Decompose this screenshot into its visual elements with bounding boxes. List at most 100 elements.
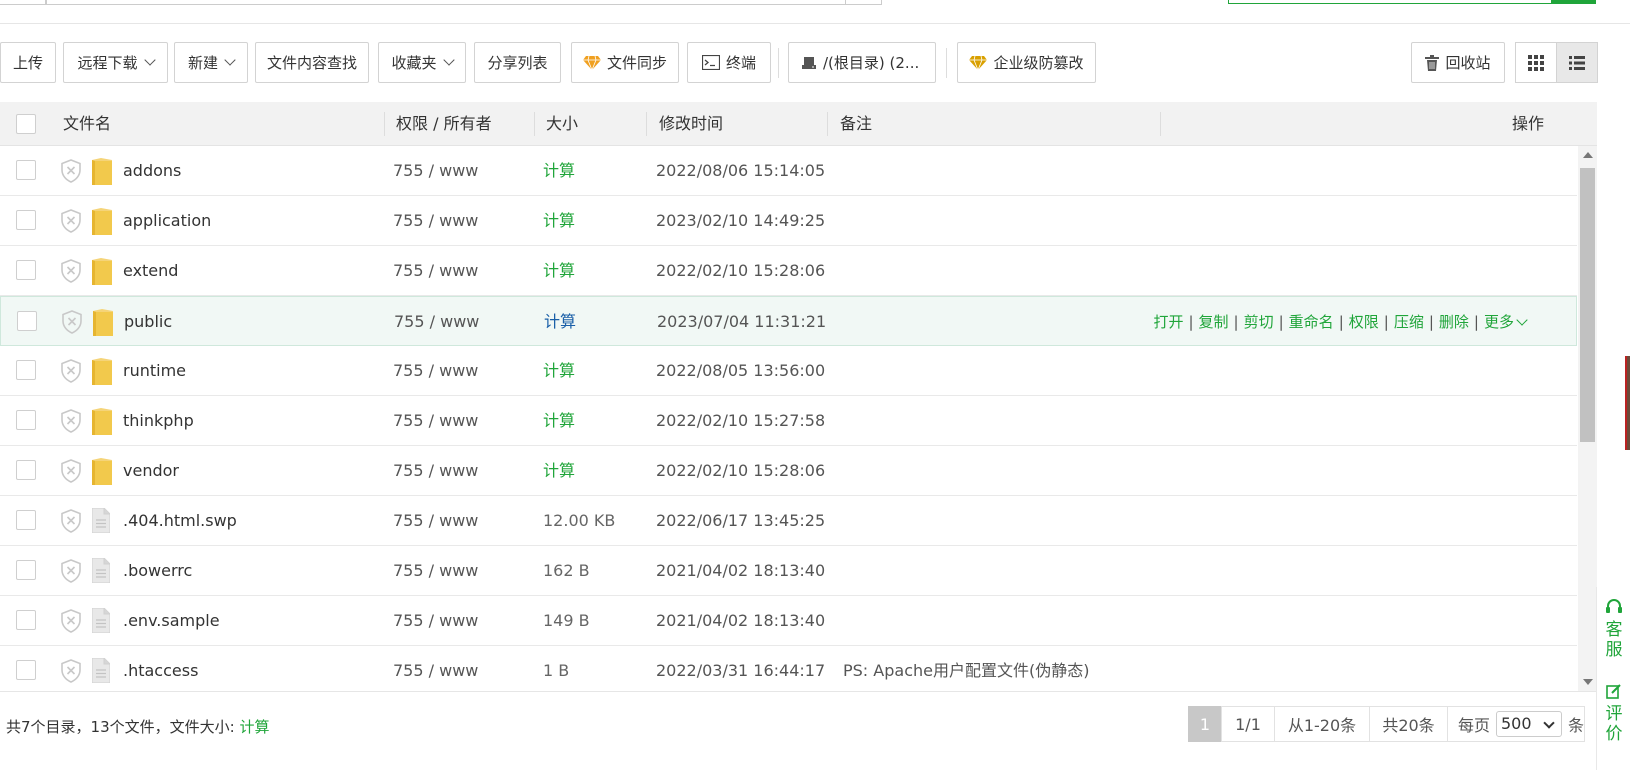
shield-icon[interactable]	[60, 359, 82, 383]
table-scrollbar[interactable]	[1578, 146, 1597, 691]
col-perm[interactable]: 权限 / 所有者	[396, 102, 492, 146]
share-list-button[interactable]: 分享列表	[474, 42, 561, 83]
row-checkbox[interactable]	[16, 160, 36, 180]
file-name[interactable]: thinkphp	[123, 396, 194, 446]
file-size[interactable]: 计算	[543, 246, 575, 296]
favorites-button[interactable]: 收藏夹	[378, 42, 466, 83]
scroll-down-arrow[interactable]	[1583, 679, 1593, 685]
file-name[interactable]: .env.sample	[123, 596, 220, 646]
file-perm[interactable]: 755 / www	[393, 146, 478, 196]
file-perm[interactable]: 755 / www	[393, 396, 478, 446]
file-size[interactable]: 计算	[543, 346, 575, 396]
action-5[interactable]: 压缩	[1394, 313, 1424, 331]
col-size[interactable]: 大小	[546, 102, 578, 146]
col-name[interactable]: 文件名	[63, 102, 111, 146]
per-page-select[interactable]: 500	[1496, 711, 1562, 737]
file-perm[interactable]: 755 / www	[393, 346, 478, 396]
action-3[interactable]: 重命名	[1289, 313, 1334, 331]
page-current[interactable]: 1	[1188, 706, 1222, 742]
shield-icon[interactable]	[60, 459, 82, 483]
scroll-up-arrow[interactable]	[1583, 152, 1593, 158]
action-4[interactable]: 权限	[1349, 313, 1379, 331]
file-perm[interactable]: 755 / www	[394, 297, 479, 347]
file-name[interactable]: .htaccess	[123, 646, 198, 691]
file-name[interactable]: vendor	[123, 446, 179, 496]
row-checkbox[interactable]	[16, 610, 36, 630]
shield-icon[interactable]	[60, 409, 82, 433]
rate-button[interactable]: 评价	[1597, 683, 1630, 744]
file-size[interactable]: 计算	[543, 146, 575, 196]
shield-icon[interactable]	[60, 159, 82, 183]
new-button[interactable]: 新建	[174, 42, 248, 83]
select-all-checkbox[interactable]	[16, 114, 36, 134]
file-perm[interactable]: 755 / www	[393, 196, 478, 246]
file-size[interactable]: 计算	[543, 446, 575, 496]
file-perm[interactable]: 755 / www	[393, 646, 478, 691]
table-row[interactable]: vendor 755 / www 计算 2022/02/10 15:28:06	[0, 446, 1577, 496]
action-2[interactable]: 剪切	[1244, 313, 1274, 331]
list-view-button[interactable]	[1556, 42, 1598, 83]
file-size[interactable]: 计算	[543, 396, 575, 446]
row-checkbox[interactable]	[16, 210, 36, 230]
file-perm[interactable]: 755 / www	[393, 546, 478, 596]
table-row[interactable]: .env.sample 755 / www 149 B 2021/04/02 18:1…	[0, 596, 1577, 646]
action-0[interactable]: 打开	[1153, 313, 1183, 331]
content-search-button[interactable]: 文件内容查找	[255, 42, 369, 83]
row-checkbox[interactable]	[16, 560, 36, 580]
file-size[interactable]: 计算	[544, 297, 576, 347]
upload-button[interactable]: 上传	[0, 42, 56, 83]
file-sync-button[interactable]: 文件同步	[571, 42, 679, 83]
path-button[interactable]: /(根目录) (2...	[788, 42, 936, 83]
calc-total-size-link[interactable]: 计算	[239, 718, 269, 736]
table-row[interactable]: addons 755 / www 计算 2022/08/06 15:14:05	[0, 146, 1577, 196]
row-checkbox[interactable]	[16, 510, 36, 530]
tamper-protect-button[interactable]: 企业级防篡改	[957, 42, 1096, 83]
terminal-button[interactable]: 终端	[687, 42, 771, 83]
table-row[interactable]: .404.html.swp 755 / www 12.00 KB 2022/06/17…	[0, 496, 1577, 546]
grid-view-button[interactable]	[1515, 42, 1557, 83]
table-row[interactable]: runtime 755 / www 计算 2022/08/05 13:56:00	[0, 346, 1577, 396]
table-row[interactable]: thinkphp 755 / www 计算 2022/02/10 15:27:58	[0, 396, 1577, 446]
file-name[interactable]: public	[124, 297, 172, 347]
col-mtime[interactable]: 修改时间	[659, 102, 723, 146]
table-row[interactable]: extend 755 / www 计算 2022/02/10 15:28:06	[0, 246, 1577, 296]
scroll-thumb[interactable]	[1580, 168, 1595, 442]
shield-icon[interactable]	[60, 209, 82, 233]
search-button[interactable]	[1552, 0, 1596, 4]
shield-icon[interactable]	[61, 310, 83, 334]
file-name[interactable]: .404.html.swp	[123, 496, 237, 546]
path-input-bar[interactable]	[46, 0, 846, 5]
top-left-control[interactable]	[0, 0, 46, 5]
shield-icon[interactable]	[60, 509, 82, 533]
row-checkbox[interactable]	[17, 311, 37, 331]
file-name[interactable]: application	[123, 196, 211, 246]
row-checkbox[interactable]	[16, 660, 36, 680]
row-checkbox[interactable]	[16, 360, 36, 380]
customer-service-button[interactable]: 客服	[1597, 599, 1630, 660]
file-name[interactable]: .bowerrc	[123, 546, 192, 596]
shield-icon[interactable]	[60, 609, 82, 633]
table-row[interactable]: public 755 / www 计算 2023/07/04 11:31:21 打开 | 复…	[0, 296, 1577, 346]
table-row[interactable]: application 755 / www 计算 2023/02/10 14:49:2…	[0, 196, 1577, 246]
file-perm[interactable]: 755 / www	[393, 496, 478, 546]
action-1[interactable]: 复制	[1199, 313, 1229, 331]
shield-icon[interactable]	[60, 659, 82, 683]
file-perm[interactable]: 755 / www	[393, 596, 478, 646]
remote-download-button[interactable]: 远程下载	[63, 42, 168, 83]
path-input-action[interactable]	[846, 0, 882, 5]
row-checkbox[interactable]	[16, 460, 36, 480]
action-6[interactable]: 删除	[1439, 313, 1469, 331]
row-checkbox[interactable]	[16, 260, 36, 280]
file-name[interactable]: runtime	[123, 346, 186, 396]
table-row[interactable]: .bowerrc 755 / www 162 B 2021/04/02 18:13:4…	[0, 546, 1577, 596]
row-checkbox[interactable]	[16, 410, 36, 430]
file-note[interactable]: PS: Apache用户配置文件(伪静态)	[843, 646, 1089, 691]
shield-icon[interactable]	[60, 259, 82, 283]
file-name[interactable]: extend	[123, 246, 178, 296]
search-input[interactable]	[1228, 0, 1552, 4]
table-row[interactable]: .htaccess 755 / www 1 B 2022/03/31 16:44:17…	[0, 646, 1577, 691]
action-7[interactable]: 更多	[1484, 313, 1514, 331]
file-name[interactable]: addons	[123, 146, 181, 196]
file-perm[interactable]: 755 / www	[393, 246, 478, 296]
file-size[interactable]: 计算	[543, 196, 575, 246]
